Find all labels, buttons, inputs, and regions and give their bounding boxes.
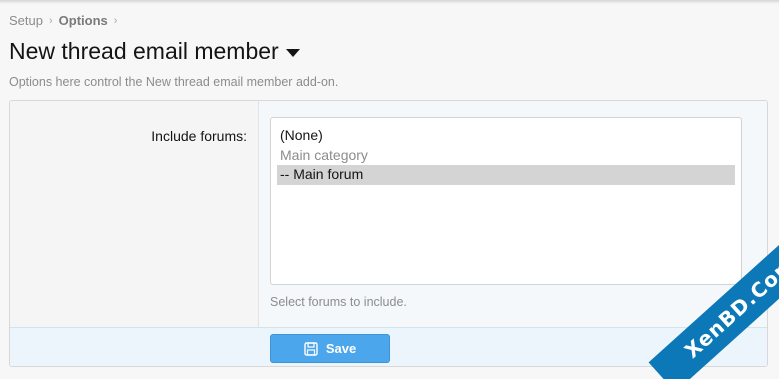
page-title[interactable]: New thread email member bbox=[9, 38, 300, 65]
breadcrumb-item-setup[interactable]: Setup bbox=[9, 13, 43, 28]
forum-option-none[interactable]: (None) bbox=[277, 126, 735, 146]
include-forums-label: Include forums: bbox=[10, 101, 259, 327]
page-title-text: New thread email member bbox=[9, 38, 279, 64]
page-top-shadow bbox=[0, 0, 779, 4]
breadcrumb-item-options[interactable]: Options bbox=[59, 13, 108, 28]
breadcrumb-separator: › bbox=[113, 14, 118, 27]
breadcrumb-separator: › bbox=[48, 14, 53, 27]
forum-option-main-forum[interactable]: -- Main forum bbox=[277, 165, 735, 185]
breadcrumb: Setup › Options › bbox=[9, 13, 123, 28]
save-button[interactable]: Save bbox=[270, 334, 390, 363]
forum-option-main-category: Main category bbox=[280, 146, 368, 163]
watermark: XenBD.Com bbox=[629, 239, 779, 379]
caret-down-icon[interactable] bbox=[285, 49, 300, 57]
save-button-label: Save bbox=[325, 341, 357, 356]
save-icon bbox=[304, 341, 318, 356]
page-description: Options here control the New thread emai… bbox=[9, 75, 339, 89]
watermark-text: XenBD.Com bbox=[648, 239, 779, 379]
